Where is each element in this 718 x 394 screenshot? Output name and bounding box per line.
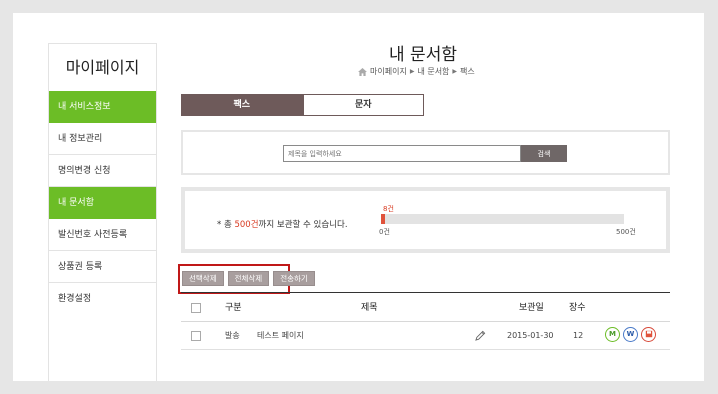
edit-pencil-icon[interactable] xyxy=(475,330,486,341)
select-delete-button[interactable]: 선택삭제 xyxy=(182,271,224,286)
sidebar-item-service-info[interactable]: 내 서비스정보 xyxy=(49,91,156,123)
sidebar-item-settings[interactable]: 환경설정 xyxy=(49,283,156,315)
storage-progress-bar xyxy=(381,214,624,224)
storage-used-label: 8건 xyxy=(383,205,394,213)
tab-sms[interactable]: 문자 xyxy=(302,94,424,116)
action-buttons: 선택삭제 전체삭제 전송하기 xyxy=(182,271,319,286)
save-icon[interactable] xyxy=(641,327,656,342)
storage-notice: * 총 500건까지 보관할 수 있습니다. xyxy=(217,218,348,230)
storage-panel: * 총 500건까지 보관할 수 있습니다. 8건 0건 500건 xyxy=(181,187,670,253)
storage-limit: 500건 xyxy=(234,220,259,230)
breadcrumb-item-mypage[interactable]: 마이페이지 xyxy=(370,66,407,77)
row-type: 발송 xyxy=(225,331,240,340)
page-title: 내 문서함 xyxy=(389,45,457,65)
breadcrumb-arrow-icon: ▶ xyxy=(452,68,458,75)
w-icon[interactable]: W xyxy=(623,327,638,342)
search-panel: 검색 xyxy=(181,130,670,175)
table-header: 구분 제목 보관일 장수 xyxy=(181,292,670,322)
header-title: 제목 xyxy=(361,303,378,313)
tab-fax[interactable]: 팩스 xyxy=(181,94,303,116)
row-pages: 12 xyxy=(573,331,584,340)
table-row[interactable]: 발송 테스트 페이지 2015-01-30 12 M W xyxy=(181,322,670,350)
breadcrumb-item-current: 팩스 xyxy=(460,67,475,76)
page-frame: 마이페이지 내 서비스정보 내 정보관리 명의변경 신청 내 문서함 발신번호 … xyxy=(13,13,704,381)
sidebar-item-my-info[interactable]: 내 정보관리 xyxy=(49,123,156,155)
m-icon[interactable]: M xyxy=(605,327,620,342)
breadcrumb-arrow-icon: ▶ xyxy=(409,68,415,75)
resend-button[interactable]: 전송하기 xyxy=(273,271,315,286)
document-table: 구분 제목 보관일 장수 발송 테스트 페이지 2015-01-30 12 M … xyxy=(181,292,670,350)
sidebar-item-my-documents[interactable]: 내 문서함 xyxy=(49,187,156,219)
sidebar: 마이페이지 내 서비스정보 내 정보관리 명의변경 신청 내 문서함 발신번호 … xyxy=(48,43,157,381)
row-title[interactable]: 테스트 페이지 xyxy=(257,322,304,350)
select-all-checkbox[interactable] xyxy=(191,303,201,313)
sidebar-item-name-change[interactable]: 명의변경 신청 xyxy=(49,155,156,187)
storage-min-label: 0건 xyxy=(379,228,390,236)
search-input[interactable] xyxy=(283,145,521,162)
header-type: 구분 xyxy=(225,303,242,313)
delete-all-button[interactable]: 전체삭제 xyxy=(227,271,270,286)
row-date: 2015-01-30 xyxy=(507,331,554,340)
search-button[interactable]: 검색 xyxy=(521,145,567,162)
sidebar-item-gift-card[interactable]: 상품권 등록 xyxy=(49,251,156,283)
home-icon[interactable] xyxy=(358,67,367,76)
header-pages: 장수 xyxy=(569,303,586,313)
storage-notice-prefix: * 총 xyxy=(217,220,235,230)
document-tabs: 팩스 문자 xyxy=(181,94,424,116)
sidebar-item-sender-registration[interactable]: 발신번호 사전등록 xyxy=(49,219,156,251)
header-date: 보관일 xyxy=(519,303,544,313)
breadcrumb: 마이페이지 ▶ 내 문서함 ▶ 팩스 xyxy=(358,66,475,77)
row-checkbox[interactable] xyxy=(191,331,201,341)
sidebar-title: 마이페이지 xyxy=(49,43,156,91)
storage-progress-fill xyxy=(381,214,385,224)
breadcrumb-item-documents[interactable]: 내 문서함 xyxy=(417,66,449,77)
storage-max-label: 500건 xyxy=(616,228,636,236)
storage-notice-suffix: 까지 보관할 수 있습니다. xyxy=(258,220,348,230)
